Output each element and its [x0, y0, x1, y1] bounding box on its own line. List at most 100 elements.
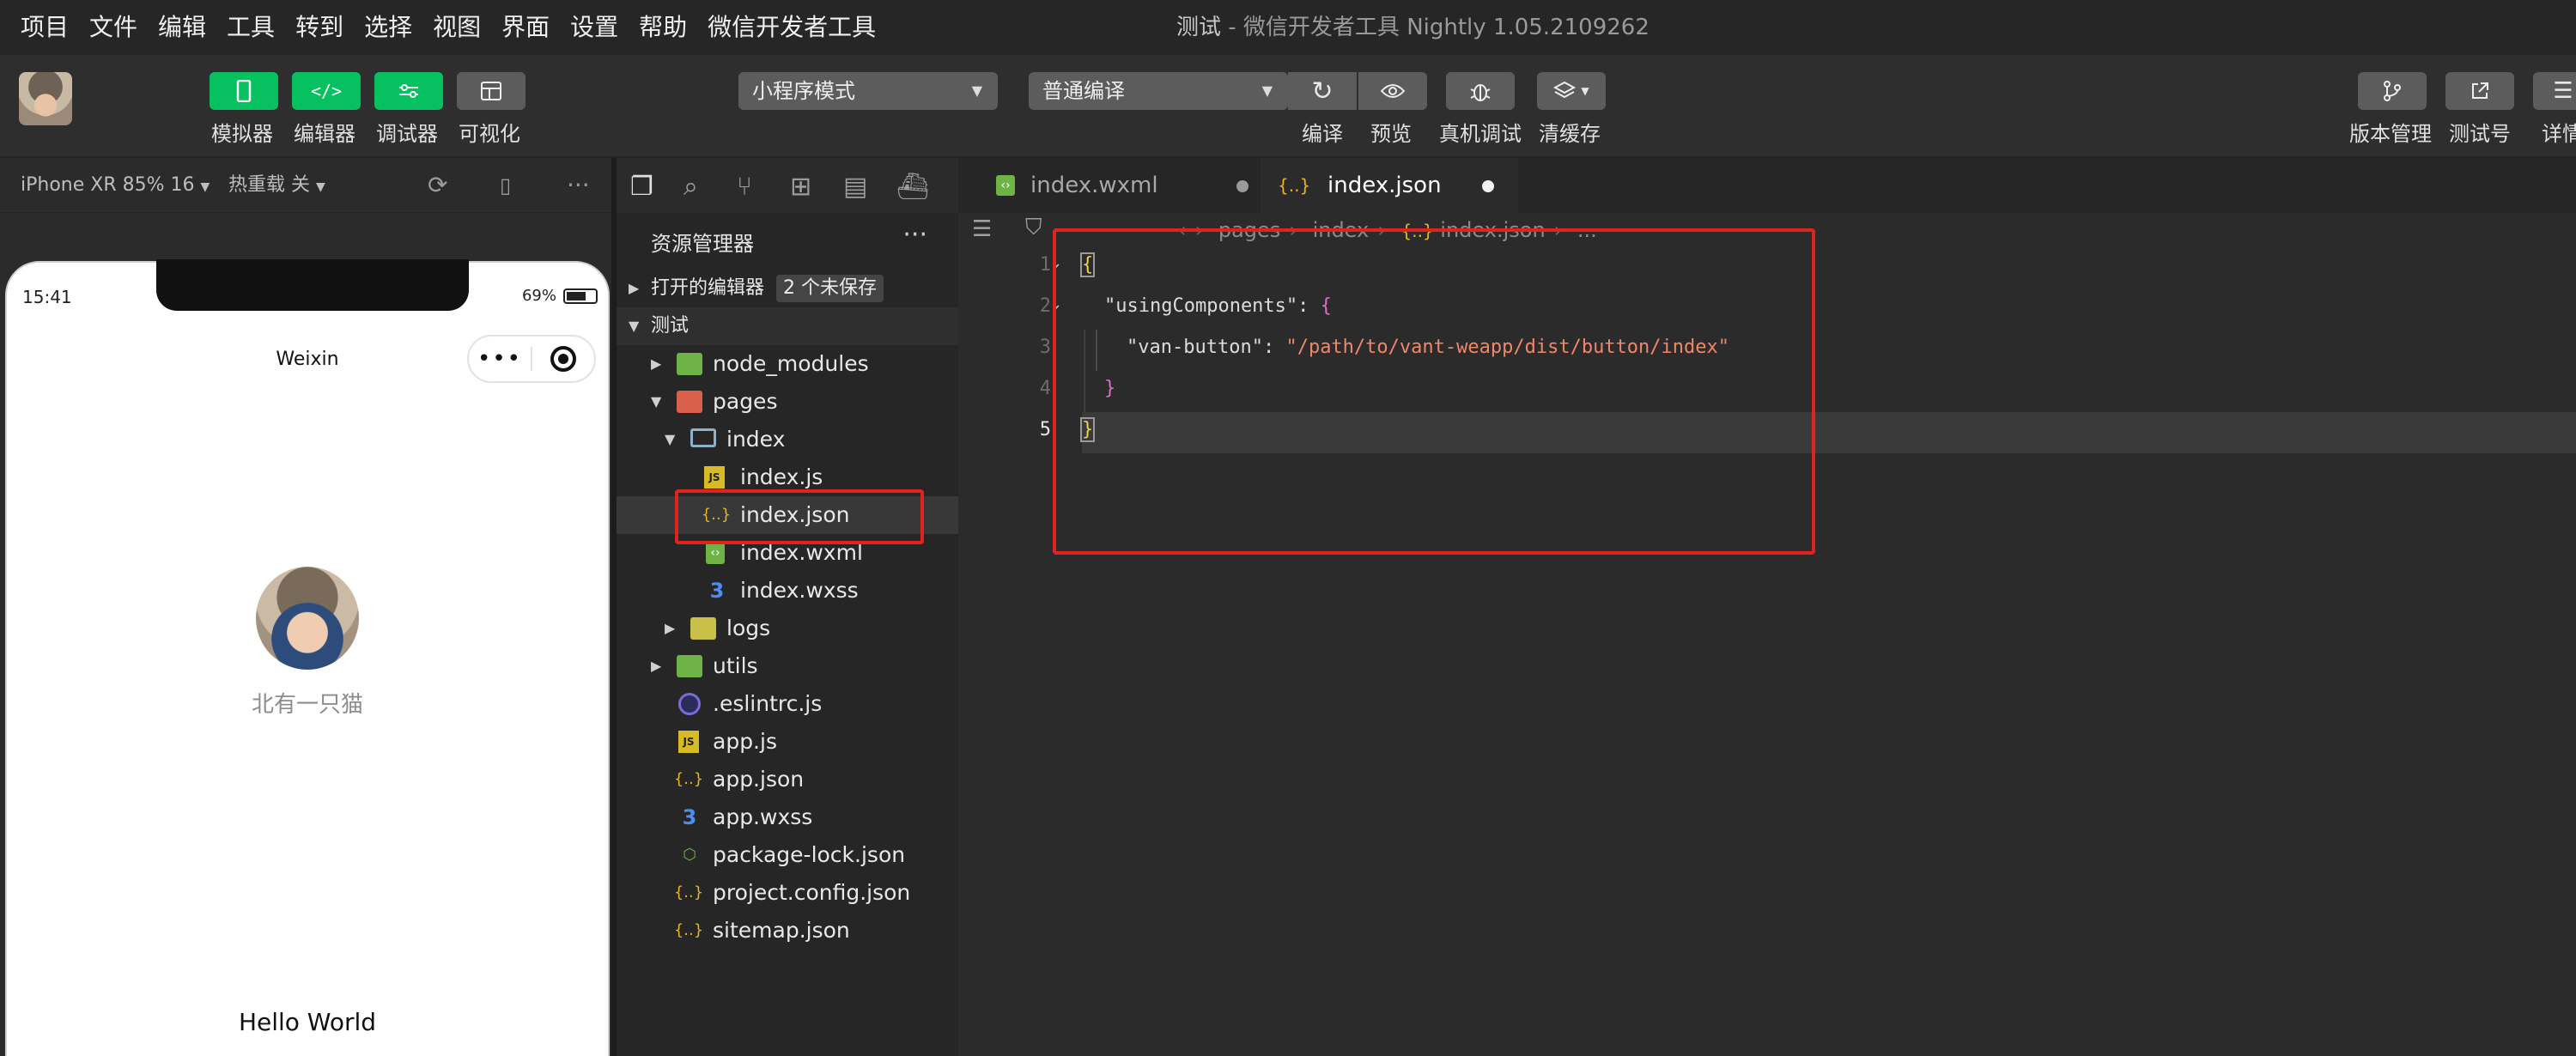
json-file-icon: {..} [673, 883, 704, 901]
tree-item-label: app.json [713, 767, 805, 792]
json-file-icon: {..} [1278, 175, 1311, 196]
menu-file[interactable]: 文件 [89, 10, 137, 45]
phone-icon[interactable]: ▯ [500, 170, 511, 201]
details-button[interactable]: ☰ [2533, 72, 2576, 110]
search-icon[interactable]: ⌕ [683, 172, 698, 202]
tree-item-project-config[interactable]: {..} project.config.json [617, 874, 958, 912]
phone-screen: 15:41 69% Weixin ••• 北有一只猫 Hello World [5, 259, 610, 1056]
project-root-label: 测试 [651, 315, 690, 337]
files-icon[interactable]: ❐ [630, 172, 653, 202]
extensions-icon[interactable]: ⊞ [790, 172, 811, 202]
tree-item-node-modules[interactable]: ▶ node_modules [617, 345, 958, 383]
menu-goto[interactable]: 转到 [295, 10, 343, 45]
tree-item-pages[interactable]: ▼ pages [617, 383, 958, 421]
phone-notch [156, 259, 469, 311]
source-control-icon[interactable]: ⑂ [737, 172, 752, 202]
line-number: 4 [1039, 378, 1051, 399]
explorer-title: 资源管理器 [651, 232, 754, 256]
compile-button[interactable]: ↻ [1288, 72, 1357, 110]
menu-interface[interactable]: 界面 [501, 10, 550, 45]
chevron-right-icon: ▶ [665, 620, 676, 636]
project-root[interactable]: ▼ 测试 [617, 307, 958, 345]
tree-item-app-wxss[interactable]: 3 app.wxss [617, 798, 958, 836]
unsaved-dot-icon[interactable] [1236, 180, 1249, 192]
tree-item-app-js[interactable]: JS app.js [617, 723, 958, 761]
details-label: 详情 [2542, 122, 2576, 146]
battery-percent: 69% [521, 287, 556, 305]
code-icon: </> [310, 81, 343, 101]
caret-down-icon: ▼ [1581, 85, 1589, 97]
device-select[interactable]: iPhone XR 85% 16 ▼ [21, 170, 210, 203]
menu-edit[interactable]: 编辑 [158, 10, 206, 45]
mode-select[interactable]: 小程序模式 ▼ [738, 72, 998, 110]
test-id-label: 测试号 [2449, 122, 2511, 146]
tree-item-label: pages [713, 389, 778, 414]
status-time: 15:41 [22, 287, 72, 307]
more-icon[interactable]: ··· [567, 170, 590, 201]
caret-down-icon: ▼ [316, 180, 325, 194]
menu-help[interactable]: 帮助 [639, 10, 687, 45]
preview-button[interactable] [1358, 72, 1427, 110]
hot-reload-select[interactable]: 热重载 关 ▼ [228, 170, 325, 203]
tree-item-app-json[interactable]: {..} app.json [617, 761, 958, 798]
tree-item-eslintrc[interactable]: .eslintrc.js [617, 685, 958, 723]
tree-item-label: project.config.json [713, 880, 911, 905]
debugger-label: 调试器 [376, 122, 438, 146]
editor-toggle-button[interactable]: </> [292, 72, 361, 110]
menu-devtools[interactable]: 微信开发者工具 [708, 10, 876, 45]
tree-item-sitemap[interactable]: {..} sitemap.json [617, 912, 958, 950]
chevron-right-icon: ▶ [629, 280, 640, 296]
eslint-file-icon [678, 693, 701, 715]
debugger-toggle-button[interactable] [374, 72, 443, 110]
tree-item-index-wxss[interactable]: 3 index.wxss [617, 572, 958, 610]
menu-list: 项目 文件 编辑 工具 转到 选择 视图 界面 设置 帮助 微信开发者工具 [21, 10, 876, 45]
js-file-icon: JS [704, 466, 725, 489]
menu-select[interactable]: 选择 [364, 10, 412, 45]
docker-icon[interactable]: ⛴ [896, 172, 929, 202]
line-number: 5 [1039, 419, 1051, 440]
bookmark-icon[interactable]: ⛉ [1025, 215, 1042, 241]
simulator-toggle-button[interactable] [210, 72, 278, 110]
chevron-down-icon: ▼ [665, 431, 676, 447]
folder-icon [677, 391, 702, 413]
outline-icon[interactable]: ☰ [972, 216, 992, 242]
tree-item-label: utils [713, 653, 758, 678]
mode-select-value: 小程序模式 [752, 79, 855, 103]
tree-item-index-folder[interactable]: ▼ index [617, 421, 958, 458]
phone-icon [236, 80, 252, 102]
test-id-button[interactable] [2445, 72, 2514, 110]
tree-item-label: package-lock.json [713, 842, 906, 867]
save-icon[interactable]: ▤ [843, 172, 867, 202]
menu-lines-icon: ☰ [2553, 78, 2573, 104]
device-select-value: iPhone XR 85% 16 [21, 174, 195, 196]
user-avatar[interactable] [19, 72, 72, 125]
open-editors-section[interactable]: ▶ 打开的编辑器 2 个未保存 [617, 270, 958, 307]
menu-settings[interactable]: 设置 [570, 10, 618, 45]
tab-index-json[interactable]: {..} index.json [1261, 158, 1518, 213]
status-battery: 69% [522, 287, 598, 305]
capsule-more-icon[interactable]: ••• [469, 346, 531, 372]
more-icon[interactable]: ··· [902, 220, 927, 250]
wxml-file-icon: ‹› [996, 175, 1015, 196]
line-number: 2 [1039, 295, 1051, 317]
rotate-icon[interactable]: ⟳ [428, 170, 447, 201]
tree-item-package-lock[interactable]: ⬡ package-lock.json [617, 836, 958, 874]
tree-item-utils[interactable]: ▶ utils [617, 647, 958, 685]
visual-toggle-button[interactable] [457, 72, 526, 110]
menu-view[interactable]: 视图 [433, 10, 481, 45]
capsule-close[interactable] [532, 346, 594, 372]
menu-tools[interactable]: 工具 [227, 10, 275, 45]
simulator-header: iPhone XR 85% 16 ▼ 热重载 关 ▼ ⟳ ▯ ··· [0, 158, 611, 213]
capsule-menu[interactable]: ••• [467, 335, 596, 383]
remote-debug-button[interactable] [1446, 72, 1515, 110]
menu-project[interactable]: 项目 [21, 10, 69, 45]
unsaved-dot-icon[interactable] [1482, 180, 1494, 192]
tree-item-label: index.wxss [740, 578, 859, 603]
tab-label: index.wxml [1030, 173, 1158, 198]
wxss-file-icon: 3 [709, 579, 725, 603]
tab-index-wxml[interactable]: ‹› index.wxml [979, 158, 1261, 213]
clear-cache-button[interactable]: ▼ [1537, 72, 1606, 110]
compile-mode-select[interactable]: 普通编译 ▼ [1029, 72, 1288, 110]
version-mgmt-button[interactable] [2358, 72, 2427, 110]
tree-item-logs[interactable]: ▶ logs [617, 610, 958, 647]
